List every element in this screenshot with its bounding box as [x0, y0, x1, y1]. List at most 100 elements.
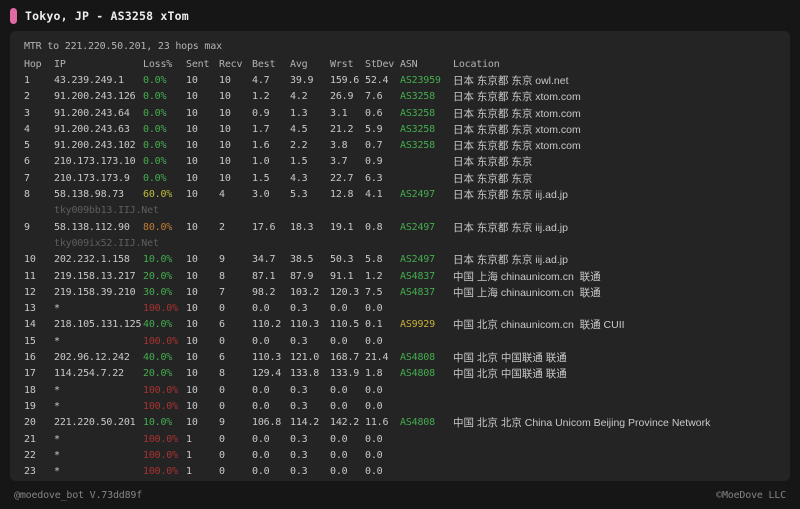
- cell-loss: 60.0%: [143, 189, 173, 201]
- cell-best: 3.0: [252, 189, 270, 201]
- column-header-avg: Avg: [290, 59, 308, 70]
- cell-stdev: 0.0: [365, 433, 383, 445]
- cell-asn: [400, 432, 453, 448]
- cell-asn: AS23959: [400, 75, 441, 86]
- cell-sent: 10: [186, 400, 198, 412]
- cell-hop: 5: [24, 140, 30, 152]
- cell-loss: 100.0%: [143, 466, 178, 478]
- cell-hostname: tky009bb13.IIJ.Net: [54, 205, 159, 217]
- cell-ip: 43.239.249.1: [54, 75, 124, 86]
- cell-best: 0.0: [252, 384, 270, 396]
- cell-stdev: 6.3: [365, 172, 383, 184]
- cell-hop: 23: [24, 466, 36, 478]
- cell-recv: 10: [219, 91, 231, 103]
- cell-best: 1.7: [252, 123, 270, 135]
- cell-hop: 11: [24, 270, 36, 282]
- cell-avg: 5.3: [290, 189, 308, 201]
- cell-stdev: 5.8: [365, 254, 383, 266]
- cell-recv: 2: [219, 221, 225, 233]
- cell-wrst: 168.7: [330, 352, 360, 364]
- cell-ip: *: [54, 433, 60, 445]
- cell-avg: 0.3: [290, 433, 308, 445]
- cell-loc: 日本 东京都 东京: [453, 172, 533, 185]
- cell-loc: [453, 383, 790, 399]
- mtr-report-panel: MTR to 221.220.50.201, 23 hops max Hop IP…: [10, 31, 790, 481]
- cell-asn: AS2497: [400, 254, 435, 266]
- cell-sent: 10: [186, 123, 198, 135]
- cell-best: 87.1: [252, 270, 276, 282]
- cell-hop: 20: [24, 417, 36, 429]
- column-header-best: Best: [252, 59, 276, 70]
- cell-loc: [453, 399, 790, 415]
- cell-recv: 6: [219, 352, 225, 364]
- cell-stdev: 0.0: [365, 400, 383, 412]
- table-row: 23 * 100.0% 1 0 0.0 0.3 0.0 0.0: [24, 464, 790, 480]
- cell-recv: 10: [219, 156, 231, 168]
- table-row: 13 * 100.0% 10 0 0.0 0.3 0.0 0.0: [24, 301, 790, 317]
- cell-hop: 1: [24, 75, 30, 86]
- cell-loc: 日本 东京都 东京 iij.ad.jp: [453, 254, 568, 267]
- cell-recv: 10: [219, 75, 231, 86]
- cell-best: 34.7: [252, 254, 276, 266]
- cell-recv: 0: [219, 303, 225, 315]
- cell-asn: [400, 154, 453, 170]
- cell-best: 4.7: [252, 75, 270, 86]
- cell-sent: 10: [186, 172, 198, 184]
- column-header-sent: Sent: [186, 59, 210, 70]
- cell-ip: 210.173.173.9: [54, 172, 130, 184]
- cell-asn: AS9929: [400, 319, 435, 331]
- cell-stdev: 0.0: [365, 449, 383, 461]
- cell-sent: 10: [186, 352, 198, 364]
- table-row: 17 114.254.7.22 20.0% 10 8 129.4 133.8 133.9 1.8…: [24, 366, 790, 382]
- cell-stdev: 11.6: [365, 417, 389, 429]
- cell-loss: 20.0%: [143, 270, 173, 282]
- cell-sent: 10: [186, 156, 198, 168]
- cell-asn: AS4808: [400, 368, 435, 380]
- cell-sent: 10: [186, 221, 198, 233]
- cell-loc: 日本 东京都 东京: [453, 156, 533, 169]
- cell-best: 1.2: [252, 91, 270, 103]
- cell-loc: 日本 东京都 东京 xtom.com: [453, 140, 581, 153]
- cell-asn: AS4808: [400, 417, 435, 429]
- cell-loc: [453, 301, 790, 317]
- cell-asn: [400, 334, 453, 350]
- cell-avg: 87.9: [290, 270, 314, 282]
- cell-best: 0.0: [252, 303, 270, 315]
- cell-loc: [453, 448, 790, 464]
- cell-ip: 91.200.243.64: [54, 107, 130, 119]
- table-row: 4 91.200.243.63 0.0% 10 10 1.7 4.5 21.2 5.9 AS325…: [24, 122, 790, 138]
- cell-stdev: 0.6: [365, 107, 383, 119]
- cell-asn: AS3258: [400, 140, 435, 152]
- cell-best: 98.2: [252, 286, 276, 298]
- cell-hop: 4: [24, 123, 30, 135]
- cell-avg: 110.3: [290, 319, 320, 331]
- cell-ip: 91.200.243.126: [54, 91, 136, 103]
- cell-wrst: 133.9: [330, 368, 360, 380]
- cell-ip: 210.173.173.10: [54, 156, 136, 168]
- column-header-ip: IP: [54, 59, 66, 70]
- cell-hop: 22: [24, 449, 36, 461]
- cell-wrst: 3.8: [330, 140, 348, 152]
- cell-best: 106.8: [252, 417, 282, 429]
- cell-loss: 0.0%: [143, 107, 167, 119]
- cell-asn: [400, 399, 453, 415]
- cell-wrst: 120.3: [330, 286, 360, 298]
- table-row: 1 43.239.249.1 0.0% 10 10 4.7 39.9 159.6 52.4 AS2…: [24, 73, 790, 89]
- cell-ip: 219.158.39.210: [54, 286, 136, 298]
- cell-avg: 0.3: [290, 335, 308, 347]
- cell-ip: 219.158.13.217: [54, 270, 136, 282]
- cell-hop: 16: [24, 352, 36, 364]
- cell-wrst: 110.5: [330, 319, 360, 331]
- cell-best: 0.0: [252, 433, 270, 445]
- cell-hop: 18: [24, 384, 36, 396]
- cell-wrst: 0.0: [330, 433, 348, 445]
- cell-hop: 10: [24, 254, 36, 266]
- footer-bot-name: @moedove_bot V.73dd89f: [14, 489, 143, 501]
- cell-hop: 13: [24, 303, 36, 315]
- cell-loss: 0.0%: [143, 91, 167, 103]
- cell-best: 129.4: [252, 368, 282, 380]
- cell-stdev: 0.9: [365, 156, 383, 168]
- cell-hop: 3: [24, 107, 30, 119]
- cell-wrst: 0.0: [330, 384, 348, 396]
- cell-asn: [400, 171, 453, 187]
